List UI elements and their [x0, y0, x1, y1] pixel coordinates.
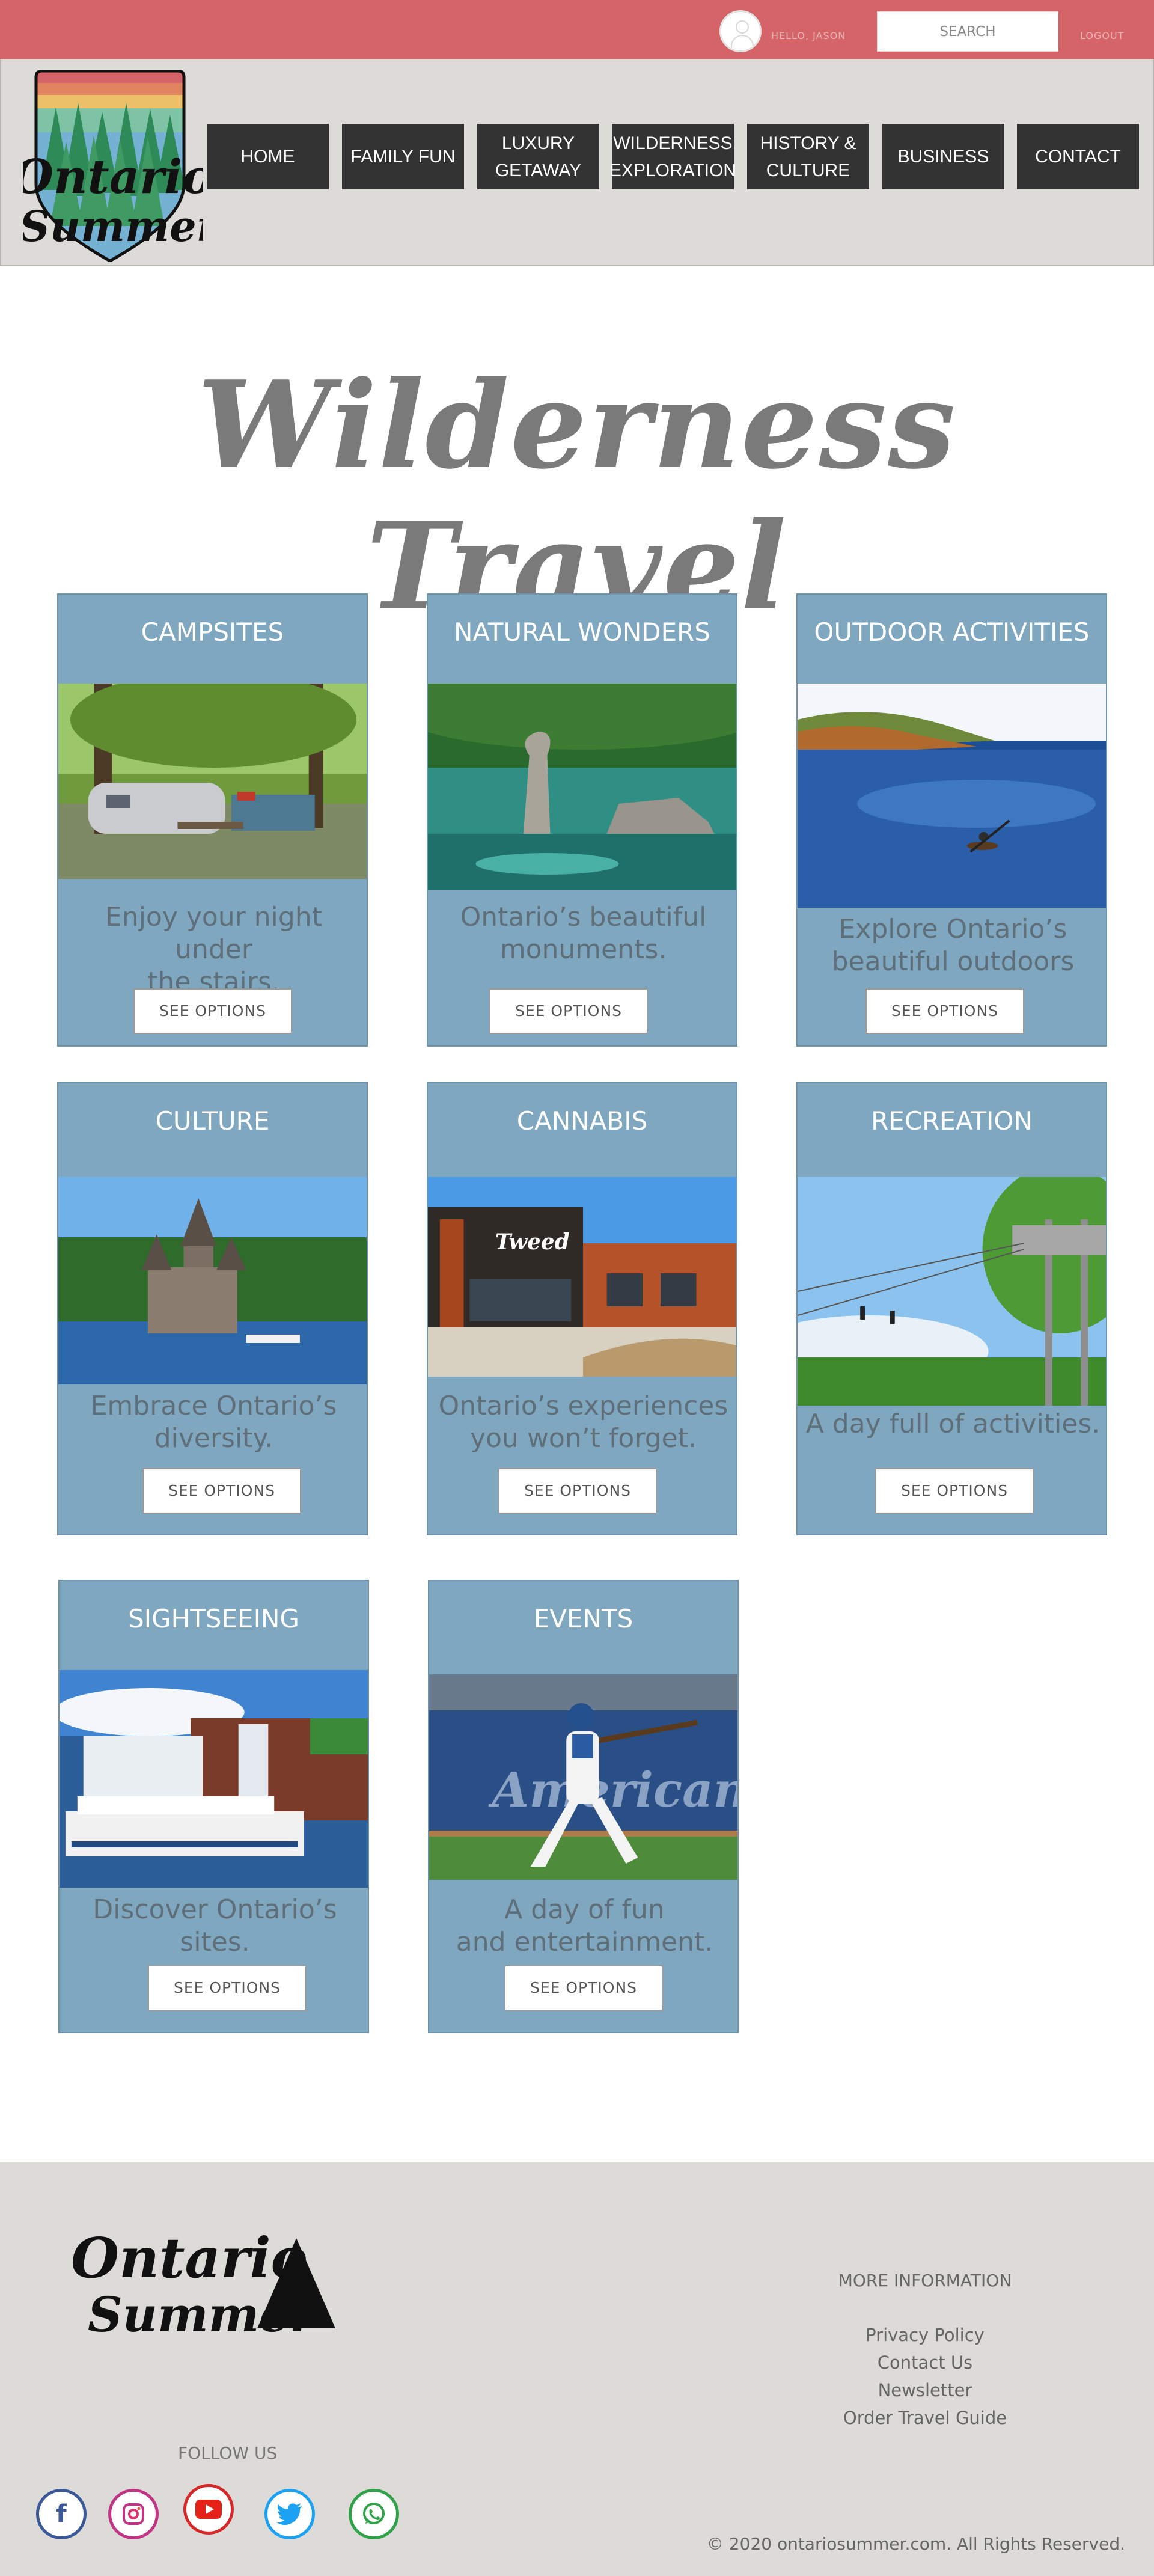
card-description: Explore Ontario’s beautiful outdoors: [831, 914, 1075, 977]
card-description: Ontario’s beautiful monuments.: [460, 902, 707, 965]
card-recreation: RECREATION A day full of activities. SEE…: [796, 1082, 1107, 1535]
see-options-button[interactable]: SEE OPTIONS: [148, 1965, 307, 2011]
card-events: EVENTS American A day of fun and enterta…: [428, 1580, 739, 2033]
whatsapp-icon[interactable]: [349, 2489, 399, 2539]
see-options-button[interactable]: SEE OPTIONS: [489, 988, 648, 1034]
card-title: CULTURE: [155, 1106, 270, 1136]
twitter-icon[interactable]: [264, 2489, 315, 2539]
tweed-store-photo: Tweed: [428, 1177, 736, 1377]
card-sightseeing: SIGHTSEEING Discover Ontario’s sites. SE…: [58, 1580, 369, 2033]
svg-text:Summer: Summer: [23, 201, 203, 251]
niagara-boat-photo: [60, 1670, 368, 1888]
card-natural-wonders: NATURAL WONDERS Ontario’s beautiful monu…: [427, 593, 737, 1047]
nav-wilderness-exploration[interactable]: WILDERNESS EXPLORATION: [609, 124, 736, 189]
follow-us-label: FOLLOW US: [178, 2443, 278, 2463]
svg-text:American: American: [488, 1761, 737, 1818]
footer-logo[interactable]: Ontario Summer: [71, 2226, 335, 2346]
nav-family-fun[interactable]: FAMILY FUN: [342, 124, 464, 189]
card-title: OUTDOOR ACTIVITIES: [814, 617, 1090, 647]
greeting-text: HELLO, JASON: [771, 30, 846, 41]
see-options-button[interactable]: SEE OPTIONS: [504, 1965, 663, 2011]
card-title: SIGHTSEEING: [128, 1604, 299, 1633]
zipline-photo: [798, 1177, 1106, 1406]
facebook-icon[interactable]: f: [36, 2489, 87, 2539]
baseball-photo: American: [429, 1674, 737, 1880]
card-description: Enjoy your night under the stairs.: [105, 902, 322, 997]
nav-business[interactable]: BUSINESS: [882, 124, 1004, 189]
copyright-text: © 2020 ontariosummer.com. All Rights Res…: [706, 2534, 1125, 2554]
site-footer: Ontario Summer FOLLOW US f MORE INFORMAT…: [0, 2162, 1154, 2576]
nav-home[interactable]: HOME: [207, 124, 329, 189]
user-avatar-icon[interactable]: [719, 10, 762, 52]
site-header: Ontario Summer HOME FAMILY FUN LUXURY GE…: [0, 59, 1154, 266]
contact-us-link[interactable]: Contact Us: [792, 2352, 1058, 2373]
campsite-photo: [58, 684, 367, 879]
see-options-button[interactable]: SEE OPTIONS: [133, 988, 292, 1034]
svg-text:Tweed: Tweed: [495, 1229, 570, 1255]
card-description: A day full of activities.: [805, 1409, 1101, 1439]
castle-photo: [58, 1177, 367, 1384]
more-information-label: MORE INFORMATION: [838, 2271, 1012, 2290]
card-title: EVENTS: [533, 1604, 633, 1633]
card-cannabis: CANNABIS Tweed Ontario’s experiences you…: [427, 1082, 737, 1535]
instagram-icon[interactable]: [108, 2489, 159, 2539]
youtube-icon[interactable]: [183, 2484, 234, 2535]
nav-history-culture[interactable]: HISTORY & CULTURE: [747, 124, 869, 189]
card-description: Discover Ontario’s sites.: [93, 1894, 337, 1957]
card-description: Embrace Ontario’s diversity.: [90, 1390, 337, 1454]
card-description: A day of fun and entertainment.: [456, 1894, 713, 1957]
card-title: NATURAL WONDERS: [454, 617, 710, 647]
page: { "topbar": { "greeting": "HELLO, JASON"…: [0, 0, 1154, 2576]
card-culture: CULTURE Embrace Ontario’s diversity. SEE…: [57, 1082, 368, 1535]
newsletter-link[interactable]: Newsletter: [792, 2380, 1058, 2400]
ontario-summer-logo[interactable]: Ontario Summer: [23, 70, 203, 262]
card-campsites: CAMPSITES Enjoy your night under the sta…: [57, 593, 368, 1047]
card-title: RECREATION: [871, 1106, 1033, 1136]
svg-text:Ontario: Ontario: [23, 150, 203, 204]
see-options-button[interactable]: SEE OPTIONS: [498, 1468, 657, 1514]
see-options-button[interactable]: SEE OPTIONS: [142, 1468, 301, 1514]
nav-contact[interactable]: CONTACT: [1017, 124, 1139, 189]
order-travel-guide-link[interactable]: Order Travel Guide: [792, 2408, 1058, 2428]
card-description: Ontario’s experiences you won’t forget.: [438, 1390, 728, 1454]
top-bar: HELLO, JASON SEARCH LOGOUT: [0, 0, 1154, 59]
privacy-policy-link[interactable]: Privacy Policy: [792, 2325, 1058, 2345]
flowerpot-rock-photo: [428, 684, 736, 890]
card-title: CANNABIS: [516, 1106, 648, 1136]
see-options-button[interactable]: SEE OPTIONS: [866, 988, 1024, 1034]
lake-kayak-photo: [798, 684, 1106, 908]
svg-text:Ontario: Ontario: [71, 2226, 308, 2290]
card-title: CAMPSITES: [141, 617, 284, 647]
card-outdoor-activities: OUTDOOR ACTIVITIES Explore Ontario’s bea…: [796, 593, 1107, 1047]
nav-luxury-getaway[interactable]: LUXURY GETAWAY: [477, 124, 599, 189]
logout-link[interactable]: LOGOUT: [1080, 30, 1124, 41]
see-options-button[interactable]: SEE OPTIONS: [875, 1468, 1034, 1514]
search-input[interactable]: SEARCH: [877, 11, 1058, 52]
